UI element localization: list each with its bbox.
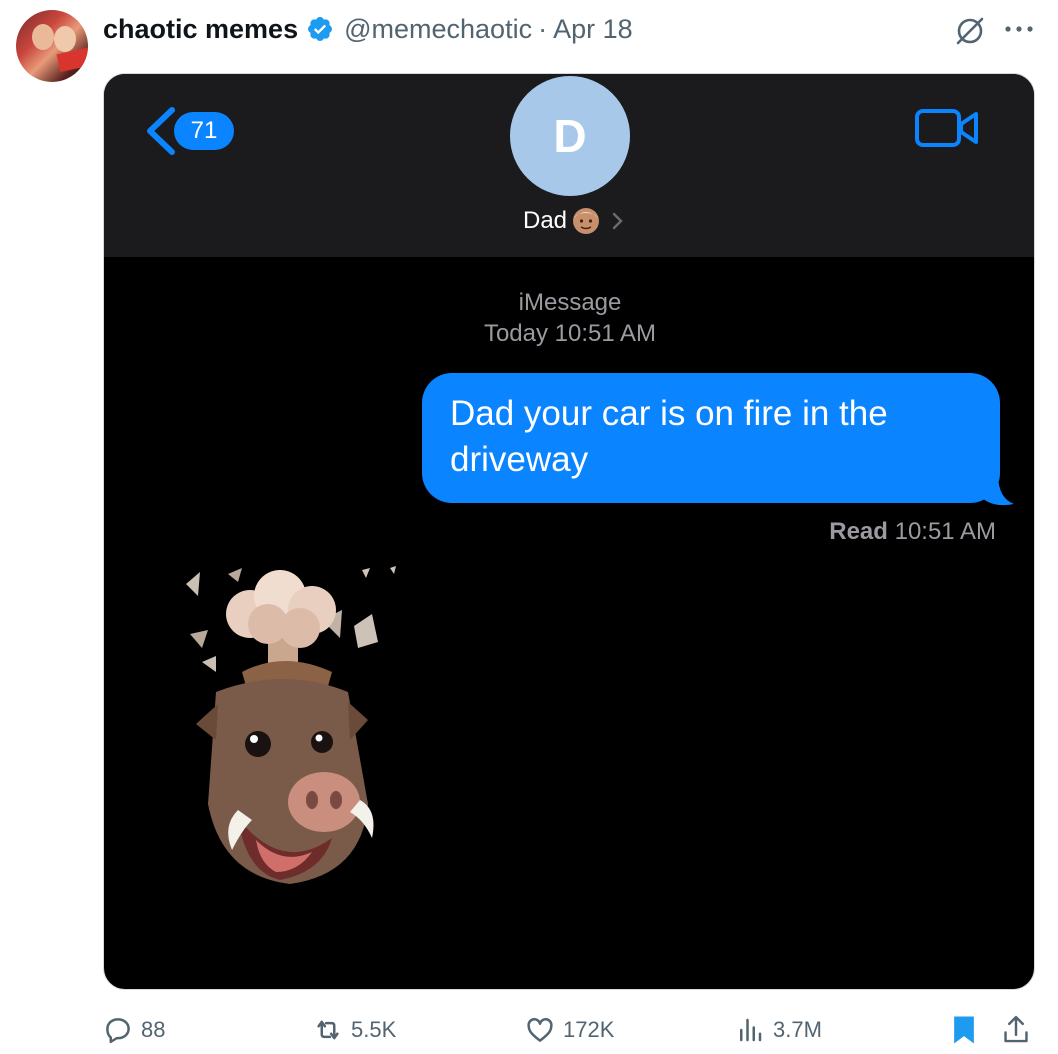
old-man-emoji-icon bbox=[573, 208, 600, 234]
author-handle[interactable]: @memechaotic bbox=[344, 14, 532, 45]
chevron-right-icon bbox=[612, 212, 623, 230]
read-label: Read bbox=[829, 518, 888, 545]
like-button[interactable]: 172K bbox=[525, 1008, 614, 1052]
tweet-actions: 88 5.5K 172K 3.7M bbox=[103, 1008, 1035, 1052]
heart-icon bbox=[527, 1018, 553, 1042]
bubble-tail bbox=[982, 474, 1014, 506]
repost-icon bbox=[317, 1020, 339, 1040]
more-options-icon[interactable] bbox=[1003, 22, 1035, 36]
contact-name-row: Dad bbox=[484, 202, 664, 240]
bookmark-icon[interactable] bbox=[949, 1014, 979, 1046]
boar-mind-blown-memoji bbox=[186, 566, 396, 884]
views-button[interactable]: 3.7M bbox=[735, 1008, 822, 1052]
back-chevron-icon bbox=[147, 107, 175, 155]
avatar-face-left bbox=[32, 24, 54, 50]
tweet-media-image[interactable]: 71 D Dad iMessage Today 10:51 AM Dad you… bbox=[103, 73, 1035, 990]
header-separator: · bbox=[538, 13, 548, 44]
contact-name: Dad bbox=[522, 207, 568, 234]
unread-count-badge: 71 bbox=[174, 112, 234, 150]
message-timestamp: Today 10:51 AM bbox=[483, 320, 657, 347]
service-label: iMessage bbox=[518, 289, 622, 316]
facetime-video-icon bbox=[915, 109, 978, 147]
reply-icon bbox=[106, 1018, 130, 1044]
tweet-header: chaotic memes @memechaotic · Apr 18 bbox=[103, 12, 633, 46]
read-time: 10:51 AM bbox=[894, 518, 996, 545]
contact-avatar: D bbox=[510, 76, 630, 196]
avatar-face-right bbox=[54, 26, 76, 52]
reply-button[interactable]: 88 bbox=[103, 1008, 165, 1052]
reply-count: 88 bbox=[141, 1017, 166, 1042]
read-receipt: Read 10:51 AM bbox=[829, 517, 996, 547]
analytics-icon bbox=[740, 1018, 762, 1042]
author-avatar[interactable] bbox=[16, 10, 88, 82]
tweet-date[interactable]: Apr 18 bbox=[553, 14, 633, 45]
repost-count: 5.5K bbox=[351, 1017, 397, 1042]
grok-icon[interactable] bbox=[953, 14, 987, 48]
view-count: 3.7M bbox=[773, 1017, 822, 1042]
verified-badge-icon bbox=[308, 17, 333, 41]
like-count: 172K bbox=[563, 1017, 615, 1042]
author-display-name[interactable]: chaotic memes bbox=[103, 14, 298, 45]
sent-message-bubble: Dad your car is on fire in the driveway bbox=[422, 373, 1000, 503]
repost-button[interactable]: 5.5K bbox=[313, 1008, 396, 1052]
share-icon[interactable] bbox=[1001, 1014, 1031, 1046]
